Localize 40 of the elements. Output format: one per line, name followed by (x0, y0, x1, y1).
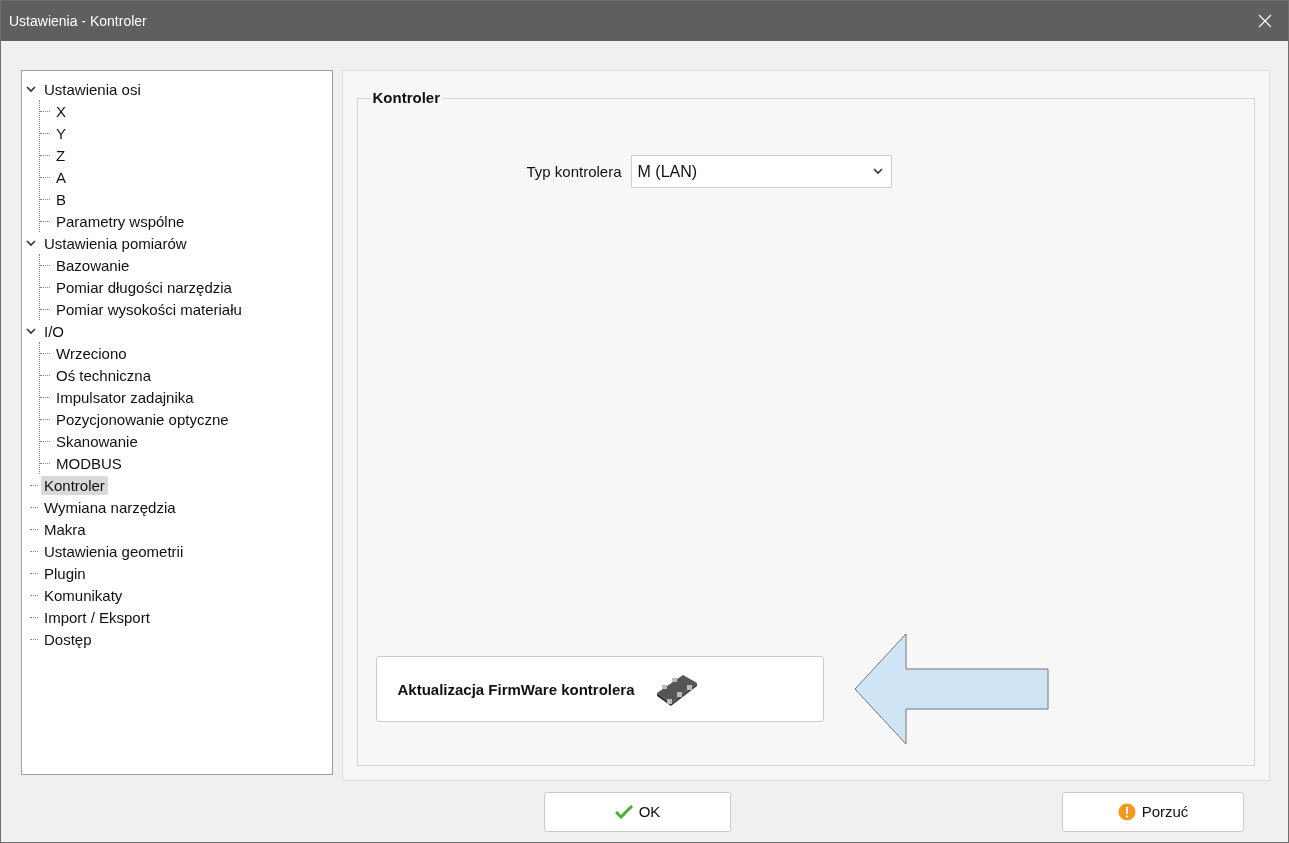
chevron-down-icon (26, 327, 36, 335)
ok-button[interactable]: OK (544, 791, 731, 832)
tree-item[interactable]: Parametry wspólne (53, 211, 188, 231)
tree-item[interactable]: Plugin (41, 563, 89, 583)
tree-item[interactable]: Pomiar długości narzędzia (53, 277, 235, 297)
tree-item[interactable]: Ustawienia osi (41, 79, 144, 99)
controller-type-dropdown[interactable]: M (LAN) (630, 155, 892, 188)
tree-item[interactable]: MODBUS (53, 453, 125, 473)
tree-item[interactable]: B (53, 189, 69, 209)
tree-item[interactable]: Ustawienia geometrii (41, 541, 187, 561)
tree-item[interactable]: Import / Eksport (41, 607, 153, 627)
field-label: Typ kontrolera (526, 163, 622, 180)
cancel-button[interactable]: Porzuć (1062, 791, 1244, 832)
chevron-down-icon (26, 85, 36, 93)
tree-item[interactable]: A (53, 167, 69, 187)
window-title: Ustawienia - Kontroler (9, 13, 147, 29)
chevron-down-icon (26, 239, 36, 247)
tree-item[interactable]: Kontroler (41, 475, 108, 495)
tree-item[interactable]: X (53, 101, 69, 121)
tree-item[interactable]: Wymiana narzędzia (41, 497, 179, 517)
chevron-down-icon (872, 168, 883, 175)
tree-item[interactable]: Bazowanie (53, 255, 133, 275)
tree-item[interactable]: Komunikaty (41, 585, 126, 605)
tree-item[interactable]: Oś techniczna (53, 365, 155, 385)
group-title: Kontroler (370, 89, 442, 106)
tree-item[interactable]: Skanowanie (53, 431, 141, 451)
tree-item[interactable]: Impulsator zadajnika (53, 387, 197, 407)
tree-item[interactable]: Z (53, 145, 69, 165)
tree-item[interactable]: Makra (41, 519, 89, 539)
tree-item[interactable]: Dostęp (41, 629, 95, 649)
tree-item[interactable]: Y (53, 123, 69, 143)
warning-icon (1117, 802, 1136, 821)
firmware-update-button[interactable]: Aktualizacja FirmWare kontrolera (376, 656, 825, 722)
checkmark-icon (614, 804, 633, 819)
tree-item[interactable]: Pomiar wysokości materiału (53, 299, 245, 319)
tree-item[interactable]: Wrzeciono (53, 343, 130, 363)
tree-item[interactable]: Pozycjonowanie optyczne (53, 409, 232, 429)
close-icon (1258, 14, 1272, 28)
tree-item[interactable]: Ustawienia pomiarów (41, 233, 190, 253)
tree-item[interactable]: I/O (41, 321, 67, 341)
